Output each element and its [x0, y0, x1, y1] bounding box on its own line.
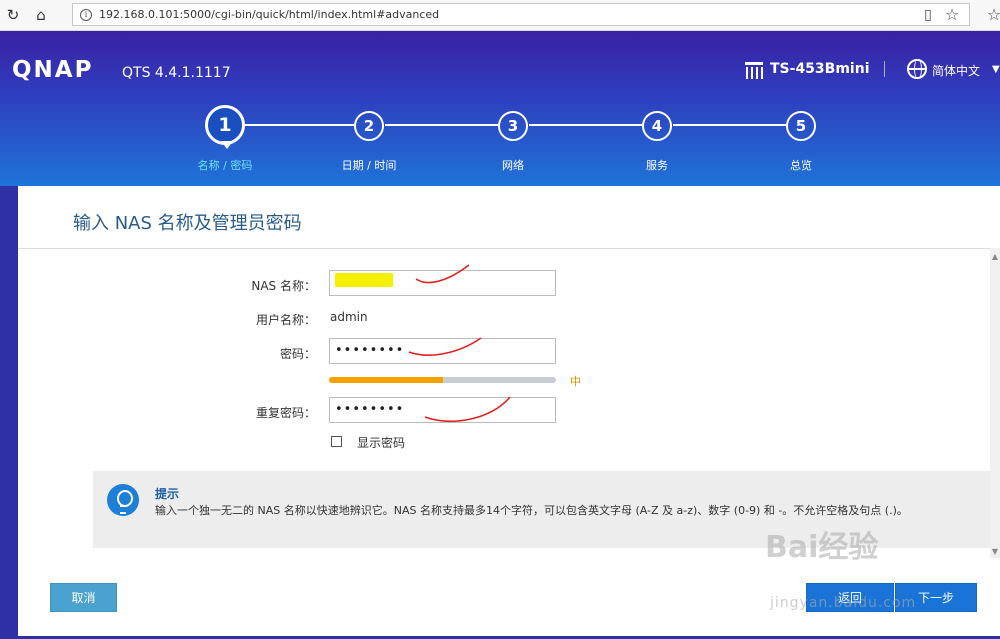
device-name: TS-453Bmini [770, 61, 870, 77]
title-divider [18, 248, 1000, 249]
info-icon[interactable]: i [80, 9, 92, 21]
hint-title: 提示 [155, 487, 180, 501]
qts-version: QTS 4.4.1.1117 [122, 65, 231, 81]
step-connector [529, 124, 643, 126]
url-text: 192.168.0.101:5000/cgi-bin/quick/html/in… [99, 8, 440, 21]
globe-icon[interactable] [907, 59, 927, 79]
step-3-label: 网络 [502, 159, 524, 172]
favorite-star-icon[interactable]: ☆ [941, 4, 963, 26]
step-1-label: 名称 / 密码 [197, 159, 253, 172]
confirm-password-input[interactable]: •••••••• [329, 397, 556, 423]
scroll-down-arrow[interactable]: ▼ [990, 547, 1000, 556]
refresh-icon[interactable]: ↻ [2, 4, 24, 26]
chevron-down-icon[interactable]: ▼ [992, 64, 1000, 75]
page-title: 输入 NAS 名称及管理员密码 [73, 213, 302, 234]
lightbulb-icon [107, 484, 139, 516]
password-strength-fill [329, 377, 443, 383]
password-value: •••••••• [335, 343, 405, 358]
cancel-button[interactable]: 取消 [50, 583, 117, 612]
username-label: 用户名称： [255, 313, 316, 327]
step-4-label: 服务 [646, 159, 668, 172]
baidu-watermark-url: jingyan.baidu.com [770, 595, 917, 611]
address-bar[interactable]: i 192.168.0.101:5000/cgi-bin/quick/html/… [72, 3, 970, 26]
scrollbar[interactable]: ▲ ▼ [990, 248, 1000, 558]
confirm-password-value: •••••••• [335, 402, 405, 417]
password-label: 密码： [279, 347, 316, 361]
home-icon[interactable]: ⌂ [30, 4, 52, 26]
step-1-active[interactable]: 1 [205, 105, 245, 149]
baidu-watermark: Bai经验 [765, 530, 879, 565]
browser-toolbar: ↻ ⌂ i 192.168.0.101:5000/cgi-bin/quick/h… [0, 0, 1000, 31]
hint-text: 输入一个独一无二的 NAS 名称以快速地辨识它。NAS 名称支持最多14个字符，… [155, 504, 908, 517]
show-password-label[interactable]: 显示密码 [357, 434, 405, 451]
step-connector [245, 124, 355, 126]
step-2-label: 日期 / 时间 [341, 159, 397, 172]
setup-panel: 输入 NAS 名称及管理员密码 ▲ ▼ NAS 名称： 用户名称： admin … [18, 186, 1000, 636]
confirm-password-label: 重复密码： [255, 406, 316, 420]
favorites-icon[interactable]: ☆ [983, 4, 1000, 26]
qnap-logo: QNAP [12, 57, 94, 83]
nas-device-icon [745, 62, 763, 79]
reading-view-icon[interactable]: ▯ [917, 4, 939, 26]
password-strength-label: 中 [570, 375, 581, 388]
step-3[interactable]: 3 [498, 111, 528, 141]
step-2[interactable]: 2 [354, 111, 384, 141]
step-4[interactable]: 4 [642, 111, 672, 141]
header-divider [884, 61, 885, 77]
redaction-highlight [335, 273, 393, 287]
show-password-checkbox[interactable] [331, 436, 342, 447]
password-strength-bar [329, 377, 556, 383]
language-selector[interactable]: 简体中文 [932, 62, 980, 79]
step-5-label: 总览 [790, 159, 812, 172]
step-5[interactable]: 5 [786, 111, 816, 141]
nas-name-label: NAS 名称： [251, 279, 316, 293]
username-value: admin [330, 310, 368, 324]
step-connector [673, 124, 787, 126]
scroll-up-arrow[interactable]: ▲ [990, 252, 1000, 261]
step-connector [385, 124, 499, 126]
password-input[interactable]: •••••••• [329, 338, 556, 364]
